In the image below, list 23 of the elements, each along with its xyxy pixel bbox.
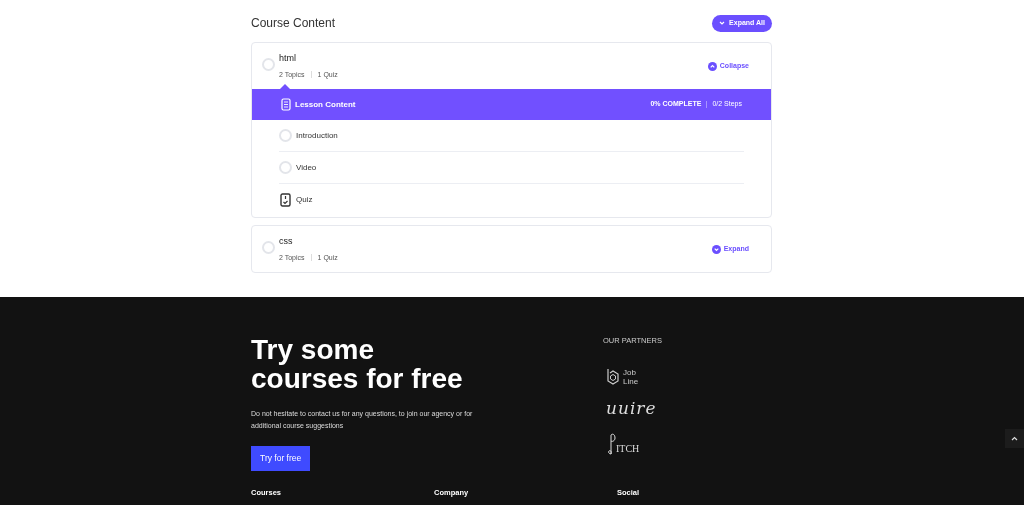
lesson-content-title: Lesson Content — [295, 98, 356, 111]
lesson-item-link[interactable]: Introduction — [296, 129, 338, 142]
section-title[interactable]: css — [279, 235, 338, 249]
quiz-icon — [280, 193, 291, 207]
chevron-down-icon — [711, 244, 721, 254]
section-heading: Course Content — [251, 15, 336, 32]
partner-logo-text: Line — [623, 377, 639, 387]
footer-headline: courses for free — [251, 364, 464, 393]
partner-logo-text: Job — [623, 368, 637, 378]
chevron-up-icon — [707, 61, 717, 71]
scroll-to-top-button[interactable] — [1005, 429, 1024, 448]
p-swirl-logo-icon — [606, 431, 616, 456]
try-for-free-button[interactable]: Try for free — [251, 446, 311, 471]
document-icon — [281, 98, 291, 111]
lesson-item-link[interactable]: Quiz — [296, 194, 313, 206]
partner-logo-text: uuire — [606, 397, 658, 421]
partner-logo-text: ITCH — [616, 441, 640, 456]
footer-headline: Try some — [251, 335, 375, 364]
chevron-up-icon — [1011, 436, 1018, 441]
lesson-item-link[interactable]: Video — [296, 161, 317, 174]
section-title[interactable]: html — [279, 52, 338, 66]
chevron-down-icon — [719, 20, 726, 26]
hexagon-logo-icon — [606, 368, 620, 387]
